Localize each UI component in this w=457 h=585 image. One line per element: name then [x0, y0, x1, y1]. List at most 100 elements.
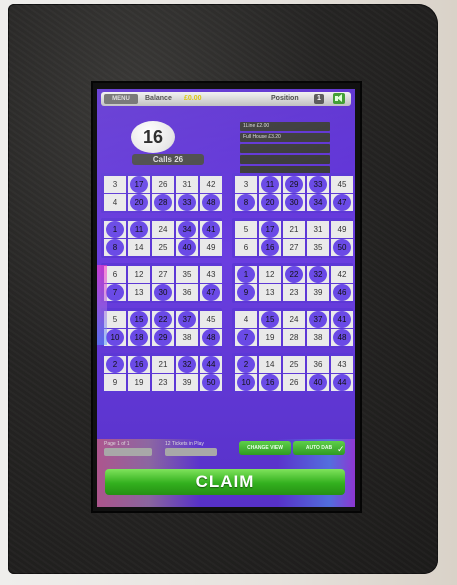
- ticket-number-daubed[interactable]: 46: [331, 284, 353, 301]
- ticket-number-daubed[interactable]: 22: [152, 311, 174, 328]
- bingo-ticket[interactable]: 2 16 21 32 44 9 19 23 39 50: [101, 353, 222, 393]
- ticket-number-daubed[interactable]: 16: [259, 239, 281, 256]
- bingo-ticket[interactable]: 6 12 27 35 43 7 13 30 36 47: [101, 263, 222, 303]
- ticket-number-daubed[interactable]: 29: [283, 176, 305, 193]
- speaker-icon[interactable]: [333, 93, 345, 104]
- claim-button[interactable]: CLAIM: [105, 469, 345, 495]
- ticket-number-daubed[interactable]: 37: [176, 311, 198, 328]
- ticket-number[interactable]: 19: [259, 329, 281, 346]
- ticket-number[interactable]: 43: [200, 266, 222, 283]
- ticket-number-daubed[interactable]: 7: [235, 329, 257, 346]
- ticket-number-daubed[interactable]: 41: [331, 311, 353, 328]
- ticket-number[interactable]: 23: [283, 284, 305, 301]
- bingo-ticket[interactable]: 3 11 29 33 45 8 20 30 34 47: [232, 173, 353, 213]
- ticket-number-daubed[interactable]: 2: [235, 356, 257, 373]
- ticket-number[interactable]: 13: [259, 284, 281, 301]
- ticket-number[interactable]: 14: [259, 356, 281, 373]
- ticket-number-daubed[interactable]: 32: [176, 356, 198, 373]
- ticket-number-daubed[interactable]: 47: [331, 194, 353, 211]
- ticket-number-daubed[interactable]: 11: [259, 176, 281, 193]
- bingo-ticket[interactable]: 1 11 24 34 41 8 14 25 40 49: [101, 218, 222, 258]
- ticket-number[interactable]: 23: [152, 374, 174, 391]
- ticket-number[interactable]: 24: [152, 221, 174, 238]
- ticket-number-daubed[interactable]: 34: [176, 221, 198, 238]
- ticket-number[interactable]: 38: [176, 329, 198, 346]
- ticket-number-daubed[interactable]: 18: [128, 329, 150, 346]
- bingo-ticket[interactable]: 5 15 22 37 45 10 18 29 38 48: [101, 308, 222, 348]
- ticket-number[interactable]: 36: [176, 284, 198, 301]
- ticket-number-daubed[interactable]: 33: [176, 194, 198, 211]
- menu-button[interactable]: MENU: [104, 94, 138, 104]
- ticket-number[interactable]: 49: [331, 221, 353, 238]
- ticket-number[interactable]: 31: [176, 176, 198, 193]
- ticket-number[interactable]: 19: [128, 374, 150, 391]
- ticket-number-daubed[interactable]: 8: [235, 194, 257, 211]
- ticket-number-daubed[interactable]: 40: [176, 239, 198, 256]
- ticket-number[interactable]: 6: [104, 266, 126, 283]
- ticket-number-daubed[interactable]: 20: [128, 194, 150, 211]
- ticket-number[interactable]: 38: [307, 329, 329, 346]
- ticket-number-daubed[interactable]: 30: [283, 194, 305, 211]
- bingo-ticket[interactable]: 3 17 26 31 42 4 20 28 33 48: [101, 173, 222, 213]
- ticket-number[interactable]: 49: [200, 239, 222, 256]
- ticket-number[interactable]: 28: [283, 329, 305, 346]
- page-selector[interactable]: [104, 448, 152, 456]
- ticket-number[interactable]: 4: [235, 311, 257, 328]
- ticket-number[interactable]: 12: [259, 266, 281, 283]
- ticket-number[interactable]: 36: [307, 356, 329, 373]
- ticket-number-daubed[interactable]: 1: [104, 221, 126, 238]
- ticket-number[interactable]: 45: [331, 176, 353, 193]
- ticket-number-daubed[interactable]: 41: [200, 221, 222, 238]
- ticket-number[interactable]: 3: [104, 176, 126, 193]
- ticket-number[interactable]: 35: [176, 266, 198, 283]
- ticket-number[interactable]: 25: [152, 239, 174, 256]
- ticket-number-daubed[interactable]: 16: [259, 374, 281, 391]
- ticket-number[interactable]: 42: [331, 266, 353, 283]
- ticket-number[interactable]: 27: [283, 239, 305, 256]
- ticket-number-daubed[interactable]: 37: [307, 311, 329, 328]
- ticket-number[interactable]: 25: [283, 356, 305, 373]
- bingo-ticket[interactable]: 5 17 21 31 49 6 16 27 35 50: [232, 218, 353, 258]
- bingo-ticket[interactable]: 1 12 22 32 42 9 13 23 39 46: [232, 263, 353, 303]
- ticket-number[interactable]: 12: [128, 266, 150, 283]
- ticket-number-daubed[interactable]: 50: [331, 239, 353, 256]
- ticket-number-daubed[interactable]: 50: [200, 374, 222, 391]
- bingo-ticket[interactable]: 2 14 25 36 43 10 16 26 40 44: [232, 353, 353, 393]
- ticket-number[interactable]: 21: [283, 221, 305, 238]
- ticket-number[interactable]: 6: [235, 239, 257, 256]
- ticket-number[interactable]: 35: [307, 239, 329, 256]
- ticket-number[interactable]: 42: [200, 176, 222, 193]
- ticket-number-daubed[interactable]: 16: [128, 356, 150, 373]
- ticket-number[interactable]: 3: [235, 176, 257, 193]
- ticket-number-daubed[interactable]: 22: [283, 266, 305, 283]
- ticket-number[interactable]: 31: [307, 221, 329, 238]
- ticket-number-daubed[interactable]: 30: [152, 284, 174, 301]
- ticket-number[interactable]: 43: [331, 356, 353, 373]
- ticket-number-daubed[interactable]: 44: [331, 374, 353, 391]
- ticket-number-daubed[interactable]: 15: [128, 311, 150, 328]
- ticket-number-daubed[interactable]: 17: [128, 176, 150, 193]
- ticket-number[interactable]: 39: [176, 374, 198, 391]
- ticket-number-daubed[interactable]: 34: [307, 194, 329, 211]
- ticket-number-daubed[interactable]: 32: [307, 266, 329, 283]
- bingo-ticket[interactable]: 4 15 24 37 41 7 19 28 38 48: [232, 308, 353, 348]
- ticket-number-daubed[interactable]: 9: [235, 284, 257, 301]
- ticket-number[interactable]: 24: [283, 311, 305, 328]
- ticket-number[interactable]: 9: [104, 374, 126, 391]
- ticket-number-daubed[interactable]: 33: [307, 176, 329, 193]
- ticket-number[interactable]: 45: [200, 311, 222, 328]
- ticket-number-daubed[interactable]: 8: [104, 239, 126, 256]
- ticket-number[interactable]: 26: [283, 374, 305, 391]
- ticket-number-daubed[interactable]: 1: [235, 266, 257, 283]
- ticket-number-daubed[interactable]: 20: [259, 194, 281, 211]
- ticket-number[interactable]: 5: [104, 311, 126, 328]
- ticket-number[interactable]: 21: [152, 356, 174, 373]
- ticket-number-daubed[interactable]: 48: [331, 329, 353, 346]
- ticket-number-daubed[interactable]: 29: [152, 329, 174, 346]
- ticket-number[interactable]: 5: [235, 221, 257, 238]
- ticket-number[interactable]: 27: [152, 266, 174, 283]
- ticket-number-daubed[interactable]: 44: [200, 356, 222, 373]
- ticket-number-daubed[interactable]: 48: [200, 194, 222, 211]
- ticket-number-daubed[interactable]: 28: [152, 194, 174, 211]
- ticket-number-daubed[interactable]: 10: [104, 329, 126, 346]
